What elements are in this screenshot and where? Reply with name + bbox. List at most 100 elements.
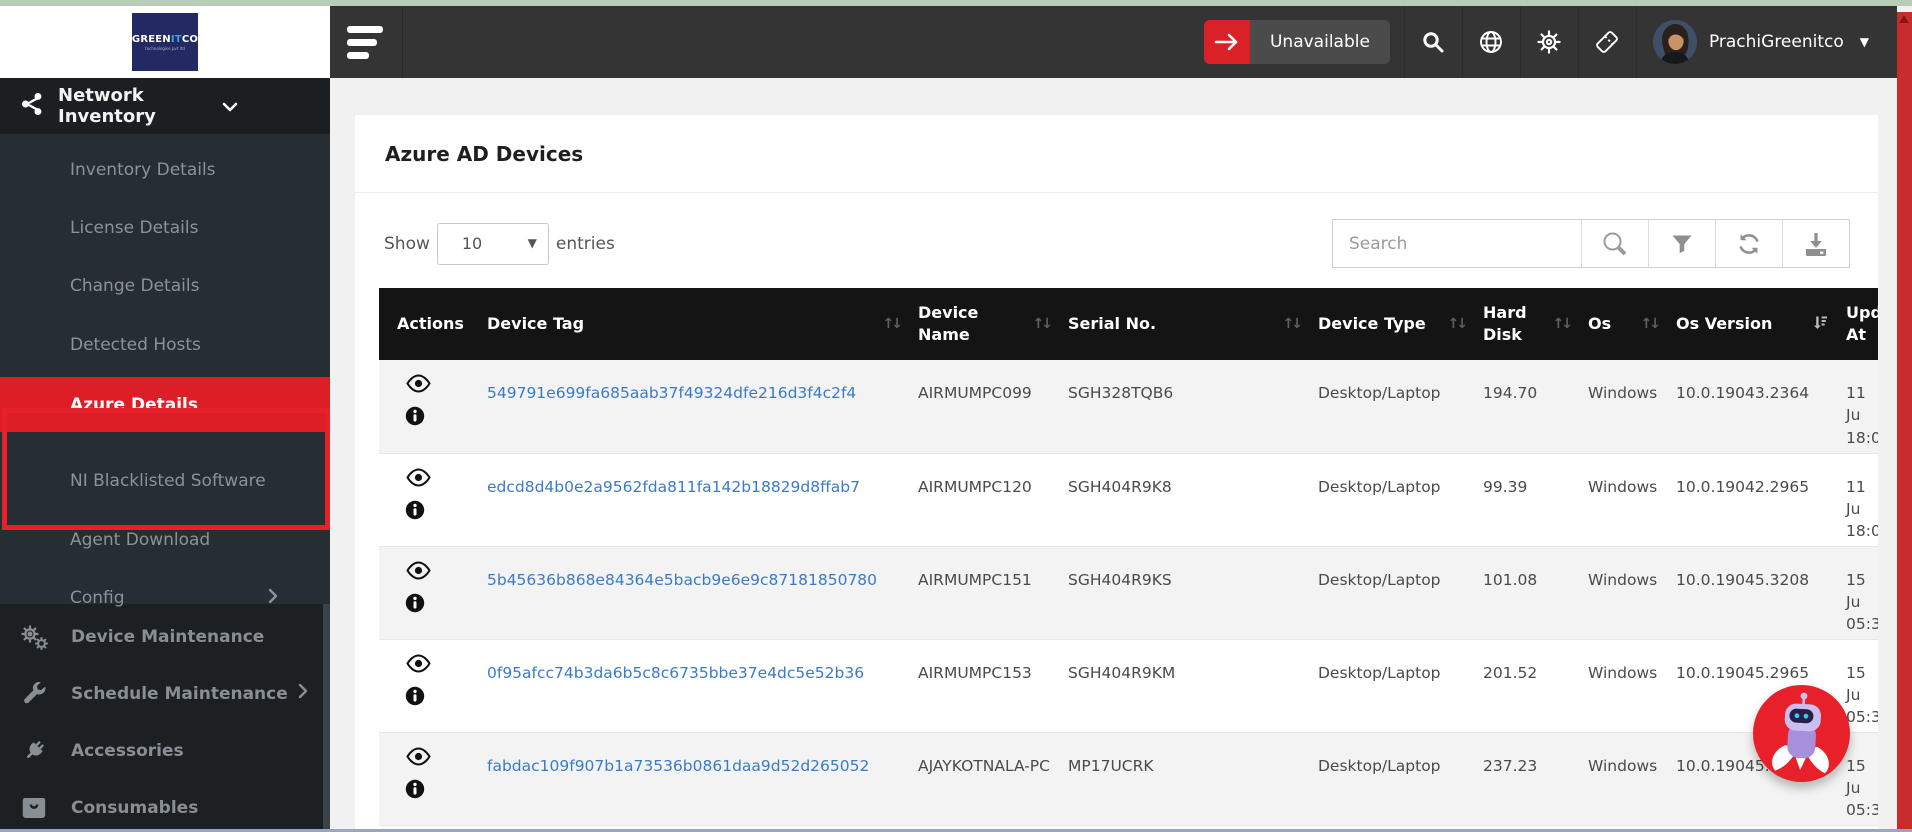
device-name-cell: AIRMUMPC151 — [910, 546, 1060, 640]
entries-label: entries — [555, 233, 615, 254]
info-button[interactable] — [405, 779, 425, 802]
hard-disk-cell: 237.23 — [1475, 732, 1580, 826]
device-tag-link[interactable]: 549791e699fa685aab37f49324dfe216d3f4c2f4 — [487, 384, 856, 402]
device-name-cell: AIRMUMPC153 — [910, 639, 1060, 733]
device-name-cell: AIRMUMPC120 — [910, 453, 1060, 547]
serial-no-cell: SGH404R9KM — [1060, 639, 1310, 733]
wrench-icon — [19, 681, 49, 707]
cogs-icon — [19, 623, 49, 651]
chevron-right-icon — [268, 588, 278, 609]
view-button[interactable] — [405, 560, 432, 583]
arrow-right-icon — [1203, 20, 1250, 64]
search-button[interactable] — [1581, 220, 1648, 267]
username: PrachiGreenitco — [1708, 32, 1844, 52]
page-size-control: Show 10 ▼ entries — [384, 219, 615, 268]
view-button[interactable] — [405, 746, 432, 769]
archive-icon — [19, 796, 49, 820]
header-language-button[interactable] — [1461, 6, 1520, 78]
sidebar-item-azure-details[interactable]: Azure Details — [0, 377, 330, 432]
page-size-select[interactable]: 10 — [436, 222, 549, 265]
sidebar-item-schedule-maintenance[interactable]: Schedule Maintenance — [0, 665, 323, 722]
chevron-right-icon — [298, 683, 308, 704]
sidebar-item-inventory-details[interactable]: Inventory Details — [0, 146, 323, 194]
hard-disk-cell: 101.08 — [1475, 546, 1580, 640]
table-row: 5b45636b868e84364e5bacb9e6e9c87181850780… — [379, 546, 1878, 640]
sort-icon: ↑↓ — [1640, 316, 1662, 332]
chatbot-button[interactable] — [1753, 685, 1850, 782]
sort-desc-active-icon — [1813, 315, 1828, 334]
search-input[interactable] — [1333, 220, 1581, 267]
sidebar-item-network-inventory[interactable]: Network Inventory — [0, 78, 330, 134]
info-button[interactable] — [405, 406, 425, 429]
actions-cell — [379, 546, 479, 640]
avatar — [1652, 20, 1697, 64]
sidebar-item-agent-download[interactable]: Agent Download — [0, 516, 323, 564]
sort-icon: ↑↓ — [1447, 316, 1469, 332]
top-header-bar: Unavailable PrachiGreenitco ▼ — [330, 6, 1897, 78]
column-header-os-version[interactable]: Os Version — [1668, 288, 1838, 360]
info-button[interactable] — [405, 686, 425, 709]
device-tag-link[interactable]: edcd8d4b0e2a9562fda811fa142b18829d8ffab7 — [487, 478, 860, 496]
column-header-device-name[interactable]: Device Name ↑↓ — [910, 288, 1060, 360]
sidebar-item-accessories[interactable]: Accessories — [0, 722, 323, 779]
logo-text-green: GREEN — [131, 33, 171, 45]
device-name-cell: AIRMUMPC099 — [910, 360, 1060, 454]
device-tag-link[interactable]: 5b45636b868e84364e5bacb9e6e9c87181850780 — [487, 571, 877, 589]
user-menu[interactable]: PrachiGreenitco ▼ — [1635, 6, 1869, 78]
view-button[interactable] — [405, 374, 432, 396]
info-button[interactable] — [405, 500, 425, 523]
search-icon — [1423, 32, 1444, 53]
logo-area: GREENITCO technologies pvt ltd — [0, 6, 330, 78]
sidebar-item-license-details[interactable]: License Details — [0, 204, 323, 252]
column-header-device-tag[interactable]: Device Tag ↑↓ — [479, 288, 910, 360]
title-divider — [355, 192, 1878, 193]
os-cell: Windows — [1580, 360, 1668, 454]
hard-disk-cell: 99.39 — [1475, 453, 1580, 547]
refresh-button[interactable] — [1715, 220, 1782, 267]
sidebar-item-detected-hosts[interactable]: Detected Hosts — [0, 321, 323, 369]
vertical-scrollbar[interactable] — [1897, 12, 1912, 829]
os-cell: Windows — [1580, 453, 1668, 547]
column-header-serial-no[interactable]: Serial No. ↑↓ — [1060, 288, 1310, 360]
column-header-updated-at[interactable]: Updated At — [1838, 288, 1878, 360]
sidebar-toggle-button[interactable] — [330, 6, 403, 78]
sidebar-item-consumables[interactable]: Consumables — [0, 779, 323, 832]
download-button[interactable] — [1782, 220, 1849, 267]
column-header-hard-disk[interactable]: Hard Disk ↑↓ — [1475, 288, 1580, 360]
eye-icon — [406, 746, 431, 766]
header-settings-button[interactable] — [1519, 6, 1578, 78]
table-toolbar — [1332, 219, 1850, 268]
device-tag-link[interactable]: fabdac109f907b1a73536b0861daa9d52d265052 — [487, 757, 869, 775]
filter-button[interactable] — [1648, 220, 1715, 267]
header-search-button[interactable] — [1403, 6, 1462, 78]
serial-no-cell: SGH404R9K8 — [1060, 453, 1310, 547]
sidebar-item-change-details[interactable]: Change Details — [0, 262, 323, 310]
refresh-icon — [1739, 233, 1759, 254]
view-button[interactable] — [405, 467, 432, 490]
availability-status-button[interactable]: Unavailable — [1203, 20, 1390, 64]
column-header-actions: Actions — [379, 288, 479, 360]
table-row: edcd8d4b0e2a9562fda811fa142b18829d8ffab7… — [379, 453, 1878, 547]
sort-icon: ↑↓ — [1552, 316, 1574, 332]
greenitco-logo: GREENITCO technologies pvt ltd — [132, 13, 198, 71]
device-tag-link[interactable]: 0f95afcc74b3da6b5c8c6735bbe37e4dc5e52b36 — [487, 664, 864, 682]
info-icon — [405, 686, 425, 705]
sidebar-item-ni-blacklisted-software[interactable]: NI Blacklisted Software — [0, 457, 323, 505]
sidebar-item-device-maintenance[interactable]: Device Maintenance — [0, 608, 323, 665]
actions-cell — [379, 732, 479, 826]
column-header-device-type[interactable]: Device Type ↑↓ — [1310, 288, 1475, 360]
info-icon — [405, 779, 425, 798]
header-ticket-button[interactable] — [1577, 6, 1636, 78]
column-header-os[interactable]: Os ↑↓ — [1580, 288, 1668, 360]
info-icon — [405, 500, 425, 519]
view-button[interactable] — [405, 653, 432, 676]
info-button[interactable] — [405, 593, 425, 616]
sort-icon: ↑↓ — [882, 316, 904, 332]
serial-no-cell: MP17UCRK — [1060, 732, 1310, 826]
device-type-cell: Desktop/Laptop — [1310, 639, 1475, 733]
hard-disk-cell: 201.52 — [1475, 639, 1580, 733]
header-actions: Unavailable PrachiGreenitco ▼ — [1203, 6, 1897, 78]
logo-subtext: technologies pvt ltd — [145, 45, 185, 51]
updated-at-cell: 15 Ju 05:3 — [1838, 546, 1878, 640]
actions-cell — [379, 453, 479, 547]
